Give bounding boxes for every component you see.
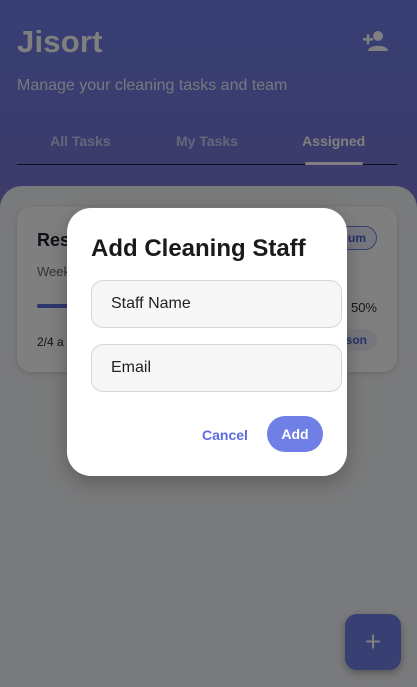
add-staff-dialog: Add Cleaning Staff Cancel Add [67,208,347,476]
cancel-button[interactable]: Cancel [194,423,256,447]
dialog-title: Add Cleaning Staff [91,235,306,262]
email-input[interactable] [91,344,342,392]
staff-name-input[interactable] [91,280,342,328]
add-button[interactable]: Add [267,416,323,452]
